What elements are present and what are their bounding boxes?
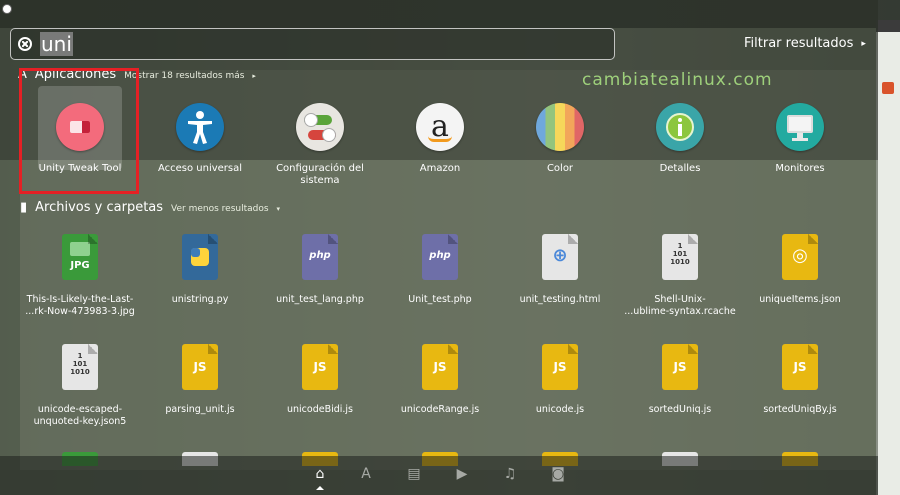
file-result[interactable]: JS sortedUniqBy.js [740, 336, 860, 446]
js-file-icon: JS [542, 344, 578, 390]
app-result[interactable]: Detalles [620, 88, 740, 198]
file-label: Shell-Unix- ...ublime-syntax.rcache [624, 294, 736, 317]
app-label: Configuración del sistema [276, 163, 364, 186]
file-label: unicode.js [535, 404, 585, 415]
active-lens-indicator [316, 486, 324, 490]
jpg-file-icon: JPG [62, 234, 98, 280]
file-result[interactable]: 1 101 1010 Shell-Unix- ...ublime-syntax.… [620, 226, 740, 336]
file-label: uniqueItems.json [759, 294, 841, 305]
app-result[interactable]: a Amazon [380, 88, 500, 198]
highlight-annotation-box [19, 68, 139, 194]
file-result[interactable]: JS parsing_unit.js [140, 336, 260, 446]
watermark: cambiatealinux.com [582, 70, 773, 90]
file-label: sortedUniqBy.js [763, 404, 837, 415]
app-result[interactable]: Configuración del sistema [260, 88, 380, 198]
js-file-icon: JS [662, 344, 698, 390]
show-less-results-link[interactable]: Ver menos resultados [171, 204, 269, 214]
clear-search-icon[interactable] [18, 37, 32, 51]
files-lens-icon[interactable]: ▤ [406, 466, 422, 482]
lens-bar [0, 456, 878, 495]
applications-grid: Unity Tweak Tool Acceso universal Config… [20, 88, 860, 198]
show-more-results-link[interactable]: Mostrar 18 resultados más [124, 71, 244, 81]
amazon-icon: a [416, 103, 464, 151]
system-settings-icon [296, 103, 344, 151]
photo-lens-icon[interactable]: ◙ [550, 466, 566, 482]
file-label: parsing_unit.js [165, 404, 235, 415]
binary-file-icon: 1 101 1010 [662, 234, 698, 280]
file-label: unistring.py [171, 294, 229, 305]
file-result[interactable]: JS sortedUniq.js [620, 336, 740, 446]
file-icon: ▮ [20, 200, 28, 215]
file-result[interactable]: 1 101 1010 unicode-escaped- unquoted-key… [20, 336, 140, 446]
search-query: uni [40, 32, 73, 56]
js-file-icon: JS [782, 344, 818, 390]
color-icon [536, 103, 584, 151]
app-label: Amazon [419, 163, 461, 174]
file-label: unit_test_lang.php [276, 294, 364, 305]
video-lens-icon[interactable]: ▶ [454, 466, 470, 482]
search-bar[interactable]: uni [10, 28, 615, 60]
file-label: This-Is-Likely-the-Last- ...rk-Now-47398… [25, 294, 135, 317]
home-lens-icon[interactable]: ⌂ [312, 466, 328, 482]
app-label: Monitores [775, 163, 825, 174]
close-dash-button[interactable] [2, 4, 12, 14]
file-result[interactable]: php unit_test_lang.php [260, 226, 380, 336]
app-result[interactable]: Color [500, 88, 620, 198]
app-result[interactable]: Monitores [740, 88, 860, 198]
php-file-icon: php [422, 234, 458, 280]
app-label: Detalles [659, 163, 701, 174]
files-grid: JPG This-Is-Likely-the-Last- ...rk-Now-4… [20, 226, 860, 466]
file-label: unit_testing.html [519, 294, 601, 305]
files-header: ▮ Archivos y carpetas Ver menos resultad… [20, 200, 280, 215]
filter-results-label: Filtrar resultados [744, 36, 854, 51]
file-label: unicode-escaped- unquoted-key.json5 [33, 404, 127, 427]
js-file-icon: JS [182, 344, 218, 390]
search-input[interactable]: uni [40, 32, 580, 56]
chevron-right-icon: ▸ [252, 72, 256, 80]
app-label: Color [546, 163, 574, 174]
app-label: Acceso universal [157, 163, 243, 174]
js-file-icon: JS [422, 344, 458, 390]
app-result[interactable]: Acceso universal [140, 88, 260, 198]
file-label: sortedUniq.js [648, 404, 712, 415]
files-title: Archivos y carpetas [35, 200, 164, 215]
file-result[interactable]: JS unicodeBidi.js [260, 336, 380, 446]
filter-results-button[interactable]: Filtrar resultados ▸ [744, 36, 866, 51]
file-label: unicodeBidi.js [286, 404, 354, 415]
file-result[interactable]: unistring.py [140, 226, 260, 336]
monitor-icon [776, 103, 824, 151]
background-side-icon [882, 82, 894, 94]
binary-file-icon: 1 101 1010 [62, 344, 98, 390]
file-result[interactable]: JS unicodeRange.js [380, 336, 500, 446]
music-lens-icon[interactable]: ♫ [502, 466, 518, 482]
applications-lens-icon[interactable]: A [358, 466, 374, 482]
file-label: unicodeRange.js [400, 404, 480, 415]
file-result[interactable]: ◎ uniqueItems.json [740, 226, 860, 336]
chevron-right-icon: ▸ [861, 38, 866, 49]
js-file-icon: JS [302, 344, 338, 390]
html-file-icon: ⊕ [542, 234, 578, 280]
php-file-icon: php [302, 234, 338, 280]
python-file-icon [182, 234, 218, 280]
accessibility-icon [176, 103, 224, 151]
file-result[interactable]: JS unicode.js [500, 336, 620, 446]
file-label: Unit_test.php [408, 294, 472, 305]
file-result[interactable]: ⊕ unit_testing.html [500, 226, 620, 336]
json-file-icon: ◎ [782, 234, 818, 280]
details-icon [656, 103, 704, 151]
file-result[interactable]: JPG This-Is-Likely-the-Last- ...rk-Now-4… [20, 226, 140, 336]
background-side-strip-top [876, 20, 900, 32]
chevron-down-icon: ▾ [276, 205, 281, 213]
file-result[interactable]: php Unit_test.php [380, 226, 500, 336]
